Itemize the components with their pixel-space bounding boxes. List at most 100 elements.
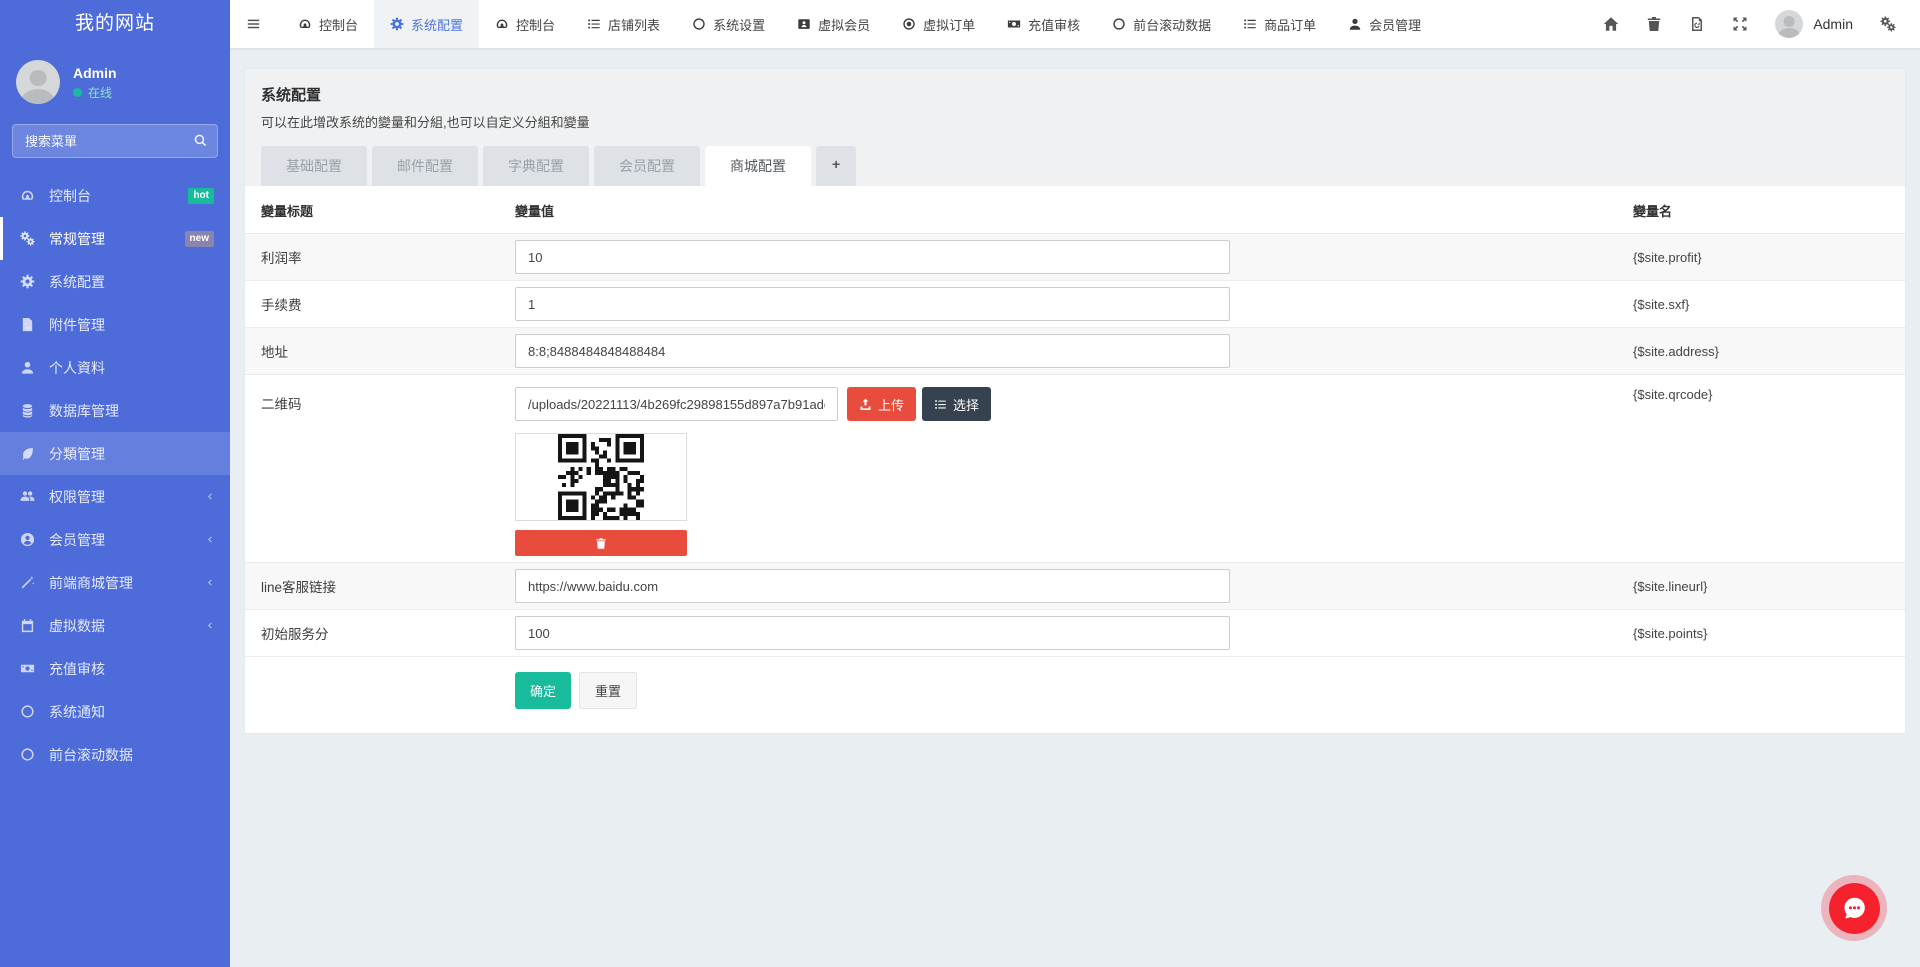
trash-button[interactable] xyxy=(1646,16,1662,32)
user-menu[interactable]: Admin xyxy=(1775,10,1853,38)
sidebar-item-充值审核[interactable]: 充值审核 xyxy=(0,647,230,690)
page-title: 系统配置 xyxy=(261,84,1889,105)
sidebar-item-虚拟数据[interactable]: 虚拟数据 xyxy=(0,604,230,647)
sxf-input[interactable] xyxy=(515,287,1230,321)
menu-search-input[interactable] xyxy=(12,124,218,158)
nav-tab-店铺列表[interactable]: 店铺列表 xyxy=(571,0,676,48)
config-tab-基础配置[interactable]: 基础配置 xyxy=(261,146,367,186)
money-icon xyxy=(1007,17,1021,31)
fullscreen-button[interactable] xyxy=(1732,16,1748,32)
upload-button[interactable]: 上传 xyxy=(847,387,916,421)
sidebar-item-label: 权限管理 xyxy=(49,487,105,507)
user-icon xyxy=(1348,17,1362,31)
qrcode-input[interactable] xyxy=(515,387,838,421)
sidebar-item-常规管理[interactable]: 常规管理new xyxy=(0,217,230,260)
config-tabs: 基础配置邮件配置字典配置会员配置商城配置+ xyxy=(261,146,1889,186)
sidebar-toggle-button[interactable] xyxy=(230,0,276,48)
choose-button[interactable]: 选择 xyxy=(922,387,991,421)
add-tab-button[interactable]: + xyxy=(816,146,856,186)
nav-tab-控制台[interactable]: 控制台 xyxy=(282,0,374,48)
nav-tab-label: 系统设置 xyxy=(713,15,765,34)
variable-name: {$site.points} xyxy=(1617,610,1905,657)
upload-icon xyxy=(859,398,872,411)
sidebar-item-系统配置[interactable]: 系统配置 xyxy=(0,260,230,303)
address-input[interactable] xyxy=(515,334,1230,368)
nav-tab-label: 控制台 xyxy=(319,15,358,34)
form-row-points: 初始服务分{$site.points} xyxy=(245,610,1905,657)
online-label: 在线 xyxy=(88,84,112,102)
nav-tab-虚拟订单[interactable]: 虚拟订单 xyxy=(886,0,991,48)
field-value-cell xyxy=(499,328,1617,375)
field-label: 二维码 xyxy=(245,375,499,563)
search-icon xyxy=(193,133,208,148)
hamburger-icon xyxy=(246,17,261,31)
field-label: 手续费 xyxy=(245,281,499,328)
field-value-cell xyxy=(499,610,1617,657)
nav-tab-label: 商品订单 xyxy=(1264,15,1316,34)
nav-tab-商品订单[interactable]: 商品订单 xyxy=(1227,0,1332,48)
sidebar-item-label: 附件管理 xyxy=(49,315,105,335)
user-icon xyxy=(19,360,36,375)
sidebar-item-会员管理[interactable]: 会员管理 xyxy=(0,518,230,561)
sidebar-item-个人資料[interactable]: 个人資料 xyxy=(0,346,230,389)
circle-icon xyxy=(19,704,36,719)
delete-qrcode-button[interactable] xyxy=(515,530,687,556)
config-tab-商城配置[interactable]: 商城配置 xyxy=(705,146,811,186)
nav-tab-系统配置[interactable]: 系统配置 xyxy=(374,0,479,48)
page-subtitle: 可以在此增改系统的變量和分組,也可以自定义分組和變量 xyxy=(261,112,1889,131)
field-value-cell: 上传选择 xyxy=(499,375,1617,563)
sidebar-item-系统通知[interactable]: 系统通知 xyxy=(0,690,230,733)
chat-widget-button[interactable] xyxy=(1821,875,1887,941)
config-tab-字典配置[interactable]: 字典配置 xyxy=(483,146,589,186)
circle-icon xyxy=(1112,17,1126,31)
chevron-left-icon xyxy=(205,491,214,502)
sidebar-item-前台滚动数据[interactable]: 前台滚动数据 xyxy=(0,733,230,776)
document-refresh-button[interactable] xyxy=(1689,16,1705,32)
sidebar-item-前端商城管理[interactable]: 前端商城管理 xyxy=(0,561,230,604)
nav-tab-虚拟会员[interactable]: 虚拟会员 xyxy=(781,0,886,48)
content: 系统配置 可以在此增改系统的變量和分組,也可以自定义分組和變量 基础配置邮件配置… xyxy=(230,48,1920,967)
column-header: 變量值 xyxy=(499,186,1617,234)
sidebar: 我的网站 Admin 在线 控制台hot常规管理new系统配置附件管理个人資料数… xyxy=(0,0,230,967)
lineurl-input[interactable] xyxy=(515,569,1230,603)
nav-tab-label: 充值审核 xyxy=(1028,15,1080,34)
nav-tab-系统设置[interactable]: 系统设置 xyxy=(676,0,781,48)
sidebar-item-分類管理[interactable]: 分類管理 xyxy=(0,432,230,475)
field-label: 地址 xyxy=(245,328,499,375)
users-icon xyxy=(19,489,36,504)
topbar-user-name: Admin xyxy=(1813,16,1853,32)
qrcode-image[interactable] xyxy=(515,433,687,521)
sidebar-item-数据库管理[interactable]: 数据库管理 xyxy=(0,389,230,432)
nav-tab-label: 控制台 xyxy=(516,15,555,34)
chevron-left-icon xyxy=(205,620,214,631)
variable-name: {$site.lineurl} xyxy=(1617,563,1905,610)
nav-tab-控制台[interactable]: 控制台 xyxy=(479,0,571,48)
sidebar-item-label: 系统通知 xyxy=(49,702,105,722)
circle-icon xyxy=(19,747,36,762)
nav-tab-前台滚动数据[interactable]: 前台滚动数据 xyxy=(1096,0,1227,48)
form-row-qrcode: 二维码上传选择{$site.qrcode} xyxy=(245,375,1905,563)
reset-button[interactable]: 重置 xyxy=(579,672,637,709)
sidebar-item-权限管理[interactable]: 权限管理 xyxy=(0,475,230,518)
nav-tab-label: 虚拟订单 xyxy=(923,15,975,34)
config-tab-会员配置[interactable]: 会员配置 xyxy=(594,146,700,186)
home-button[interactable] xyxy=(1603,16,1619,32)
config-tab-邮件配置[interactable]: 邮件配置 xyxy=(372,146,478,186)
field-label: 利润率 xyxy=(245,234,499,281)
user-panel: Admin 在线 xyxy=(0,48,230,118)
form-row-address: 地址{$site.address} xyxy=(245,328,1905,375)
nav-tab-label: 前台滚动数据 xyxy=(1133,15,1211,34)
topnav-tabs: 控制台系统配置控制台店铺列表系统设置虚拟会员虚拟订单充值审核前台滚动数据商品订单… xyxy=(282,0,1437,48)
profit-input[interactable] xyxy=(515,240,1230,274)
sidebar-item-label: 前端商城管理 xyxy=(49,573,133,593)
nav-tab-会员管理[interactable]: 会员管理 xyxy=(1332,0,1437,48)
nav-tab-充值审核[interactable]: 充值审核 xyxy=(991,0,1096,48)
points-input[interactable] xyxy=(515,616,1230,650)
list-icon xyxy=(1243,17,1257,31)
submit-button[interactable]: 确定 xyxy=(515,672,571,709)
sidebar-item-label: 充值审核 xyxy=(49,659,105,679)
sidebar-item-label: 分類管理 xyxy=(49,444,105,464)
sidebar-item-附件管理[interactable]: 附件管理 xyxy=(0,303,230,346)
settings-button[interactable] xyxy=(1880,16,1896,32)
sidebar-item-控制台[interactable]: 控制台hot xyxy=(0,174,230,217)
